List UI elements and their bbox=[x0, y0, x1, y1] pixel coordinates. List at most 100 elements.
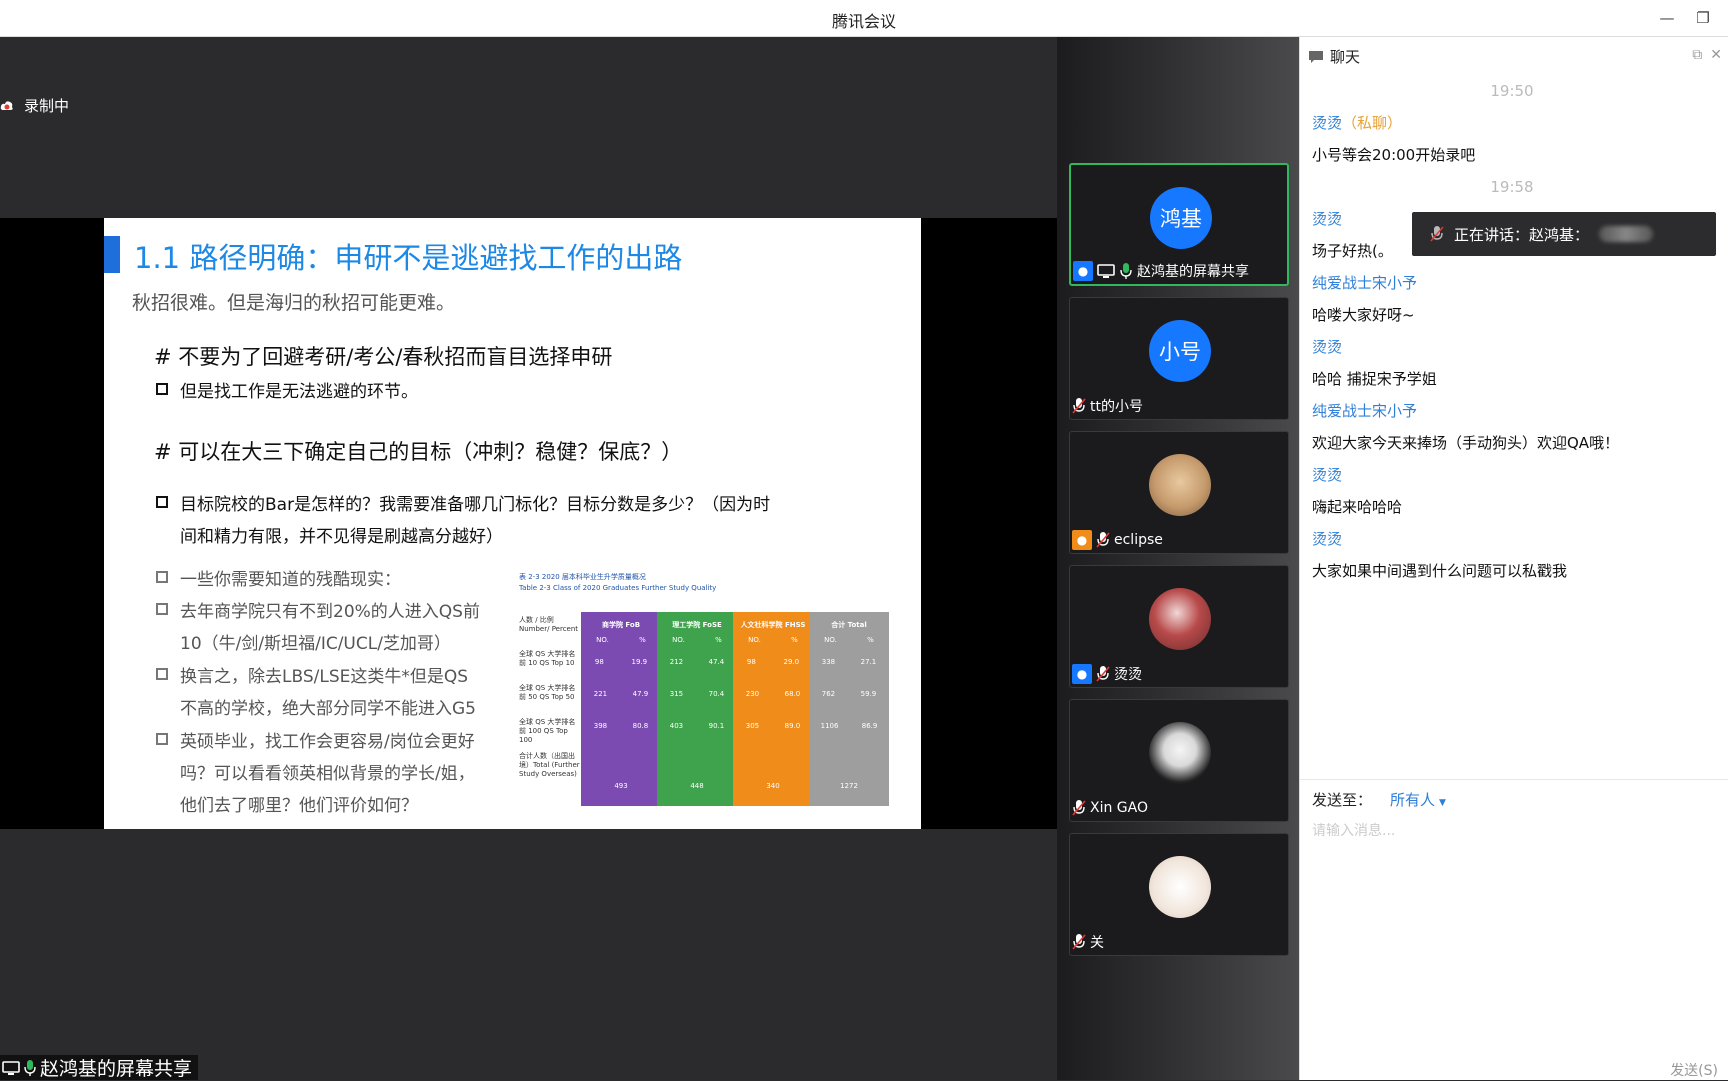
participant-tile[interactable]: Xin GAO bbox=[1069, 699, 1289, 822]
table-value: 59.9 bbox=[860, 690, 877, 698]
participant-tile[interactable]: 小号 tt的小号 bbox=[1069, 297, 1289, 420]
table-value: 19.9 bbox=[631, 658, 648, 666]
send-to-dropdown[interactable]: 所有人 ▼ bbox=[1390, 789, 1446, 810]
table-value: 1106 bbox=[820, 722, 839, 730]
microphone-muted-icon bbox=[1072, 398, 1086, 414]
restore-button[interactable]: ❐ bbox=[1690, 6, 1716, 30]
avatar bbox=[1149, 454, 1211, 516]
checkbox-square-icon bbox=[156, 383, 168, 395]
table-value: 47.4 bbox=[708, 658, 725, 666]
participant-name: 赵鸿基的屏幕共享 bbox=[1137, 264, 1249, 280]
avatar: 鸿基 bbox=[1150, 187, 1212, 249]
chat-message: 哈哈 捕捉宋予学姐 bbox=[1312, 370, 1437, 388]
avatar bbox=[1149, 588, 1211, 650]
table-subheader-cell: NO. bbox=[824, 636, 837, 644]
checkbox-square-icon bbox=[156, 603, 168, 615]
title-bar: 腾讯会议 — ❐ bbox=[0, 0, 1728, 37]
slide-bullet: 目标院校的Bar是怎样的？我需要准备哪几门标化？目标分数是多少？（因为时 间和精… bbox=[156, 489, 770, 553]
table-column: 合计 Total NO.% 338 27.1 762 59.9 1106 86.9 1272 bbox=[809, 612, 889, 806]
chat-message-list: 19:50 烫烫（私聊） 小号等会20:00开始录吧 19:58 烫烫 场子好热(。 纯爱战… bbox=[1312, 75, 1712, 587]
table-value: 315 bbox=[669, 690, 684, 698]
host-icon: ● bbox=[1073, 261, 1093, 281]
chat-sender[interactable]: 烫烫 bbox=[1312, 459, 1712, 491]
send-to-label: 发送至： bbox=[1312, 791, 1373, 809]
chat-sender-name: 纯爱战士宋小予 bbox=[1312, 402, 1418, 420]
table-subheader-cell: % bbox=[715, 636, 722, 644]
cloud-recording-icon bbox=[0, 100, 13, 110]
chat-sender-name: 烫烫 bbox=[1312, 210, 1343, 228]
participant-name: Xin GAO bbox=[1090, 800, 1149, 816]
table-column-header: 理工学院 FoSE bbox=[672, 621, 722, 629]
microphone-muted-icon bbox=[1072, 934, 1086, 950]
chat-sender[interactable]: 烫烫 bbox=[1312, 523, 1712, 555]
table-cell: 98 29.0 bbox=[733, 658, 813, 666]
participant-tile[interactable]: 关 bbox=[1069, 833, 1289, 956]
participant-tile[interactable]: ● eclipse bbox=[1069, 431, 1289, 554]
divider bbox=[1300, 779, 1728, 780]
table-value: 89.0 bbox=[784, 722, 801, 730]
table-cell: 98 19.9 bbox=[581, 658, 661, 666]
user-icon: ● bbox=[1072, 664, 1092, 684]
participant-name: 烫烫 bbox=[1114, 667, 1142, 683]
participant-name: 关 bbox=[1090, 935, 1104, 951]
microphone-muted-icon bbox=[1072, 800, 1086, 816]
table-value: 68.0 bbox=[784, 690, 801, 698]
chat-panel: 聊天 ⧉ ✕ 19:50 烫烫（私聊） 小号等会20:00开始录吧 19:58 烫烫 场子… bbox=[1299, 37, 1728, 1080]
chat-sender[interactable]: 纯爱战士宋小予 bbox=[1312, 395, 1712, 427]
table-value: 221 bbox=[593, 690, 608, 698]
chat-sender-name: 烫烫 bbox=[1312, 530, 1343, 548]
user-icon: ● bbox=[1072, 530, 1092, 550]
table-column-header: 合计 Total bbox=[831, 621, 867, 629]
table-value: 338 bbox=[821, 658, 836, 666]
chat-sender[interactable]: 烫烫 bbox=[1312, 331, 1712, 363]
table-value: 70.4 bbox=[708, 690, 725, 698]
private-chat-tag: （私聊） bbox=[1342, 114, 1403, 132]
table-subheader: NO.% bbox=[657, 636, 737, 644]
microphone-icon bbox=[1120, 263, 1132, 279]
table-cell: 315 70.4 bbox=[657, 690, 737, 698]
minimize-button[interactable]: — bbox=[1654, 6, 1680, 30]
participant-name: tt的小号 bbox=[1090, 399, 1143, 415]
send-button[interactable]: 发送(S) bbox=[1670, 1060, 1718, 1080]
table-subheader: NO.% bbox=[809, 636, 889, 644]
chat-input[interactable] bbox=[1312, 819, 1712, 843]
table-cell: 230 68.0 bbox=[733, 690, 813, 698]
table-value: 398 bbox=[593, 722, 608, 730]
participant-tile[interactable]: ● 烫烫 bbox=[1069, 565, 1289, 688]
screen-share-icon bbox=[1097, 264, 1115, 278]
chat-message: 大家如果中间遇到什么问题可以私戳我 bbox=[1312, 562, 1568, 580]
checkbox-square-icon bbox=[156, 496, 168, 508]
table-cell: 305 89.0 bbox=[733, 722, 813, 730]
table-total: 1272 bbox=[840, 782, 858, 790]
table-value: 762 bbox=[821, 690, 836, 698]
table-cell: 221 47.9 bbox=[581, 690, 661, 698]
table-value: 305 bbox=[745, 722, 760, 730]
speaking-label: 正在讲话：赵鸿基： bbox=[1454, 225, 1590, 244]
slide-subtitle: 秋招很难。但是海归的秋招可能更难。 bbox=[132, 292, 456, 314]
table-cell: 338 27.1 bbox=[809, 658, 889, 666]
table-value: 230 bbox=[745, 690, 760, 698]
table-subheader-cell: NO. bbox=[596, 636, 609, 644]
table-cell: 212 47.4 bbox=[657, 658, 737, 666]
participant-gallery: 鸿基 ● 赵鸿基的屏幕共享 小号 tt的小号 ● eclipse ● 烫烫 Xi… bbox=[1057, 37, 1299, 1080]
table-cell: 762 59.9 bbox=[809, 690, 889, 698]
chat-sender-name: 烫烫 bbox=[1312, 114, 1343, 132]
window-title: 腾讯会议 bbox=[831, 12, 896, 31]
table-cell: 398 80.8 bbox=[581, 722, 661, 730]
table-value: 27.1 bbox=[860, 658, 877, 666]
slide-section-1: # 不要为了回避考研/考公/春秋招而盲目选择申研 bbox=[154, 345, 613, 369]
table-subheader: NO.% bbox=[733, 636, 813, 644]
avatar: 小号 bbox=[1149, 320, 1211, 382]
slide-bullet: 但是找工作是无法逃避的环节。 bbox=[156, 376, 418, 408]
chat-sender[interactable]: 烫烫（私聊） bbox=[1312, 107, 1712, 139]
table-caption: 表 2-3 2020 届本科毕业生升学质量概况 Table 2-3 Class … bbox=[519, 573, 717, 592]
checkbox-square-icon bbox=[156, 733, 168, 745]
popout-icon[interactable]: ⧉ bbox=[1692, 47, 1702, 63]
slide-section-2: # 可以在大三下确定自己的目标（冲刺？稳健？保底？） bbox=[154, 440, 683, 464]
participant-tile[interactable]: 鸿基 ● 赵鸿基的屏幕共享 bbox=[1069, 163, 1289, 286]
chat-sender[interactable]: 纯爱战士宋小予 bbox=[1312, 267, 1712, 299]
close-icon[interactable]: ✕ bbox=[1710, 47, 1722, 63]
recording-indicator[interactable]: 录制中 bbox=[0, 95, 69, 116]
participant-name: eclipse bbox=[1114, 532, 1163, 548]
send-to-row: 发送至： 所有人 ▼ bbox=[1312, 789, 1446, 810]
